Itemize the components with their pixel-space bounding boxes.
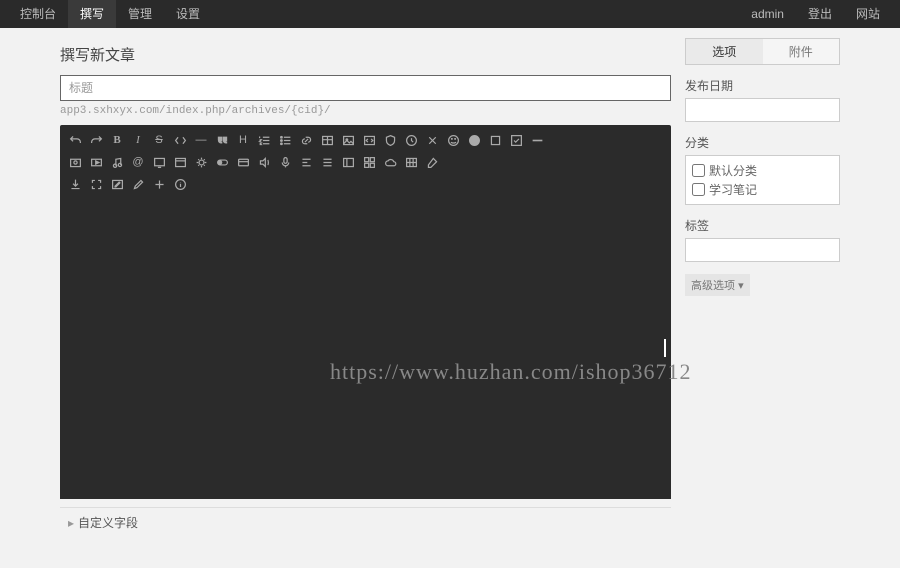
- bold-icon[interactable]: B: [108, 131, 126, 149]
- download-icon[interactable]: [66, 175, 84, 193]
- window-icon[interactable]: [171, 153, 189, 171]
- nav-manage[interactable]: 管理: [116, 0, 164, 28]
- clear-icon[interactable]: [423, 131, 441, 149]
- card-icon[interactable]: [234, 153, 252, 171]
- music-icon[interactable]: [108, 153, 126, 171]
- panel-icon[interactable]: [339, 153, 357, 171]
- photo-icon[interactable]: [66, 153, 84, 171]
- ul-icon[interactable]: [276, 131, 294, 149]
- sidebar-tabs: 选项 附件: [685, 38, 840, 65]
- info-icon[interactable]: [171, 175, 189, 193]
- tab-attachments[interactable]: 附件: [763, 39, 840, 64]
- tab-options[interactable]: 选项: [686, 39, 763, 64]
- tv-icon[interactable]: [150, 153, 168, 171]
- text-cursor: [664, 339, 666, 357]
- advanced-options-toggle[interactable]: 高级选项 ▾: [685, 274, 750, 296]
- italic-icon[interactable]: I: [129, 131, 147, 149]
- link-icon[interactable]: [297, 131, 315, 149]
- editor-textarea[interactable]: https://www.huzhan.com/ishop36712: [60, 199, 671, 499]
- category-checkbox[interactable]: [692, 183, 705, 196]
- nav-settings[interactable]: 设置: [164, 0, 212, 28]
- shield-icon[interactable]: [381, 131, 399, 149]
- image-icon[interactable]: [339, 131, 357, 149]
- nav-admin[interactable]: admin: [739, 0, 796, 28]
- category-box: 默认分类 学习笔记: [685, 155, 840, 205]
- nav-logout[interactable]: 登出: [796, 0, 844, 28]
- toggle-icon[interactable]: [213, 153, 231, 171]
- edit-icon[interactable]: [108, 175, 126, 193]
- check-icon[interactable]: [507, 131, 525, 149]
- tags-input[interactable]: [685, 238, 840, 262]
- quote-dash-icon[interactable]: —: [192, 131, 210, 149]
- plus-icon[interactable]: [150, 175, 168, 193]
- emoji-icon[interactable]: [444, 131, 462, 149]
- fullscreen-icon[interactable]: [87, 175, 105, 193]
- chevron-right-icon: ▸: [68, 516, 74, 530]
- undo-icon[interactable]: [66, 131, 84, 149]
- quote-icon[interactable]: [213, 131, 231, 149]
- pencil-icon[interactable]: [129, 175, 147, 193]
- align-icon[interactable]: [297, 153, 315, 171]
- grid-icon[interactable]: [360, 153, 378, 171]
- category-item[interactable]: 默认分类: [692, 161, 833, 180]
- bars-icon[interactable]: [318, 153, 336, 171]
- category-checkbox[interactable]: [692, 164, 705, 177]
- date-input[interactable]: [685, 98, 840, 122]
- nav-write[interactable]: 撰写: [68, 0, 116, 28]
- table-icon[interactable]: [318, 131, 336, 149]
- codeblock-icon[interactable]: [360, 131, 378, 149]
- strike-icon[interactable]: S: [150, 131, 168, 149]
- custom-fields-toggle[interactable]: ▸自定义字段: [60, 507, 671, 537]
- tags-label: 标签: [685, 217, 840, 234]
- page-title: 撰写新文章: [60, 38, 671, 75]
- permalink-text: app3.sxhxyx.com/index.php/archives/{cid}…: [60, 101, 671, 125]
- sun-icon[interactable]: [192, 153, 210, 171]
- ol-icon[interactable]: [255, 131, 273, 149]
- category-item[interactable]: 学习笔记: [692, 180, 833, 199]
- cloud-icon[interactable]: [381, 153, 399, 171]
- eraser-icon[interactable]: [423, 153, 441, 171]
- date-label: 发布日期: [685, 77, 840, 94]
- category-label: 分类: [685, 134, 840, 151]
- microphone-icon[interactable]: [276, 153, 294, 171]
- clock-icon[interactable]: [402, 131, 420, 149]
- title-input[interactable]: [60, 75, 671, 101]
- at-icon[interactable]: @: [129, 153, 147, 171]
- editor-toolbar: BIS — H @: [60, 125, 671, 199]
- face-icon[interactable]: [465, 131, 483, 149]
- code-icon[interactable]: [171, 131, 189, 149]
- cells-icon[interactable]: [402, 153, 420, 171]
- watermark-text: https://www.huzhan.com/ishop36712: [330, 359, 692, 385]
- sound-icon[interactable]: [255, 153, 273, 171]
- video-icon[interactable]: [87, 153, 105, 171]
- heading-icon[interactable]: H: [234, 131, 252, 149]
- nav-console[interactable]: 控制台: [8, 0, 68, 28]
- hr-icon[interactable]: [528, 131, 546, 149]
- nav-site[interactable]: 网站: [844, 0, 892, 28]
- top-nav: 控制台 撰写 管理 设置 admin 登出 网站: [0, 0, 900, 28]
- square-icon[interactable]: [486, 131, 504, 149]
- redo-icon[interactable]: [87, 131, 105, 149]
